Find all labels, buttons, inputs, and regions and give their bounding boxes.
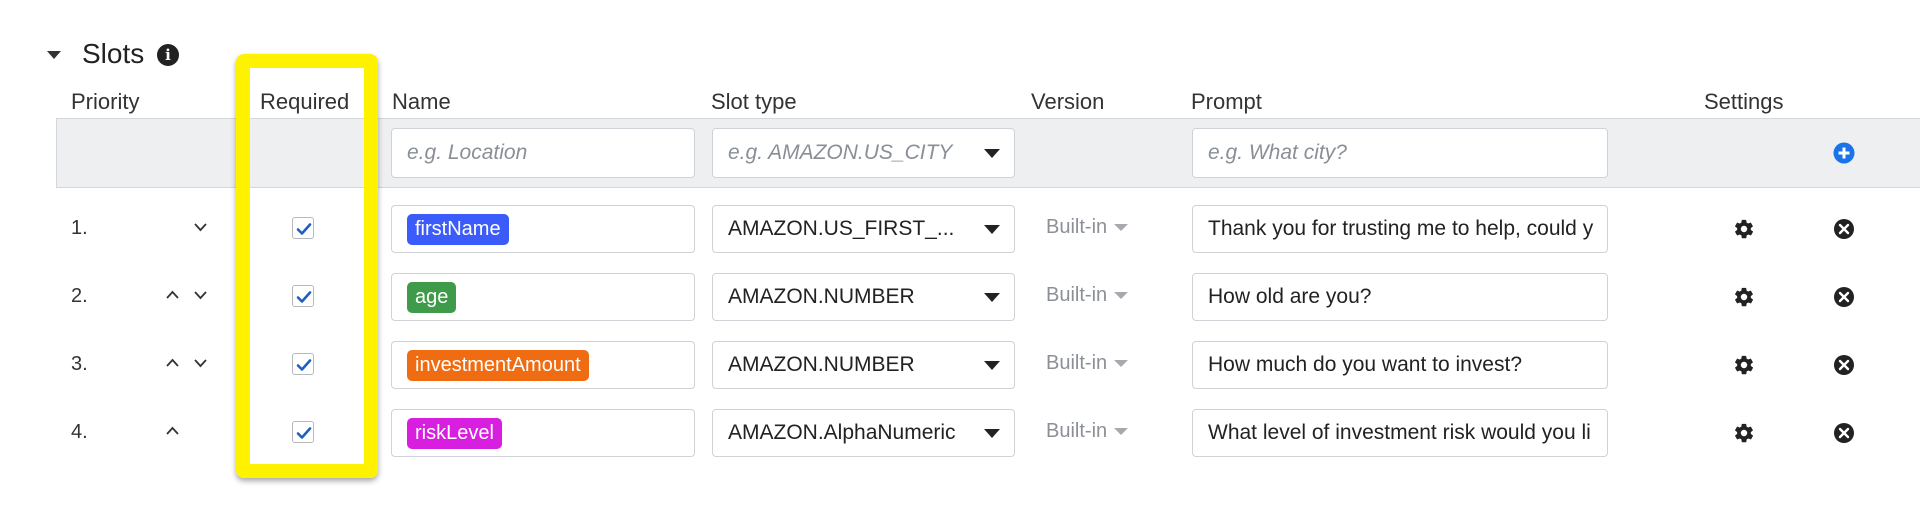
slot-name-tag: firstName	[407, 213, 509, 245]
version-value: Built-in	[1046, 216, 1108, 238]
required-checkbox[interactable]	[292, 217, 314, 239]
column-header-required: Required	[260, 89, 350, 114]
column-header-settings: Settings	[1704, 89, 1784, 114]
slot-priority: 4.	[71, 421, 88, 443]
version-dropdown-icon	[1114, 292, 1129, 299]
checkmark-icon	[293, 291, 315, 312]
move-up-icon[interactable]	[166, 358, 179, 369]
slot-name-field[interactable]: age	[391, 273, 695, 321]
slot-type-select[interactable]: AMAZON.AlphaNumeric	[712, 409, 1015, 457]
remove-slot-icon[interactable]	[1833, 286, 1855, 308]
slot-priority: 1.	[71, 217, 88, 239]
version-select[interactable]: Built-in	[1046, 352, 1129, 375]
gear-icon[interactable]	[1733, 218, 1755, 240]
slot-type-value: AMAZON.US_FIRST_...	[728, 217, 955, 240]
gear-icon[interactable]	[1733, 354, 1755, 376]
move-up-icon[interactable]	[166, 290, 179, 301]
slot-name-field[interactable]: firstName	[391, 205, 695, 253]
required-checkbox[interactable]	[292, 285, 314, 307]
version-select[interactable]: Built-in	[1046, 420, 1129, 443]
version-value: Built-in	[1046, 284, 1108, 306]
info-icon[interactable]: i	[157, 44, 179, 66]
version-value: Built-in	[1046, 420, 1108, 442]
new-slot-prompt-input[interactable]	[1192, 128, 1608, 178]
remove-slot-icon[interactable]	[1833, 218, 1855, 240]
column-header-prompt: Prompt	[1191, 89, 1262, 114]
new-slot-type-select[interactable]: e.g. AMAZON.US_CITY	[712, 128, 1015, 178]
slot-name-tag: riskLevel	[407, 417, 502, 449]
version-dropdown-icon	[1114, 360, 1129, 367]
slot-type-select[interactable]: AMAZON.US_FIRST_...	[712, 205, 1015, 253]
slot-type-value: AMAZON.NUMBER	[728, 353, 915, 376]
dropdown-arrow-icon	[984, 292, 1000, 302]
section-title: Slots	[82, 38, 145, 69]
slot-name-field[interactable]: investmentAmount	[391, 341, 695, 389]
slot-priority: 3.	[71, 353, 88, 375]
slots-panel: Slots i Priority Required Name Slot type…	[0, 0, 1920, 520]
dropdown-arrow-icon	[984, 148, 1000, 158]
column-header-version: Version	[1031, 89, 1105, 114]
version-dropdown-icon	[1114, 224, 1129, 231]
slot-prompt-text: What level of investment risk would you …	[1208, 421, 1591, 444]
caret-down-icon[interactable]	[47, 51, 61, 59]
move-down-icon[interactable]	[194, 359, 207, 370]
required-checkbox[interactable]	[292, 421, 314, 443]
slot-name-tag: investmentAmount	[407, 349, 589, 381]
required-checkbox[interactable]	[292, 353, 314, 375]
move-down-icon[interactable]	[194, 223, 207, 234]
checkmark-icon	[293, 359, 315, 380]
slot-name-tag: age	[407, 281, 457, 313]
slot-prompt-text: How much do you want to invest?	[1208, 353, 1522, 376]
remove-slot-icon[interactable]	[1833, 354, 1855, 376]
slot-priority: 2.	[71, 285, 88, 307]
slot-prompt-field[interactable]: How old are you?	[1192, 273, 1608, 321]
slot-prompt-field[interactable]: What level of investment risk would you …	[1192, 409, 1608, 457]
new-slot-name-input[interactable]	[391, 128, 695, 178]
move-up-icon[interactable]	[166, 426, 179, 437]
move-down-icon[interactable]	[194, 291, 207, 302]
slot-prompt-field[interactable]: Thank you for trusting me to help, could…	[1192, 205, 1608, 253]
new-slot-type-placeholder: e.g. AMAZON.US_CITY	[728, 141, 953, 164]
version-value: Built-in	[1046, 352, 1108, 374]
version-dropdown-icon	[1114, 428, 1129, 435]
slot-type-select[interactable]: AMAZON.NUMBER	[712, 273, 1015, 321]
new-slot-prompt-field[interactable]	[1193, 129, 1607, 177]
checkmark-icon	[293, 427, 315, 448]
slot-prompt-text: Thank you for trusting me to help, could…	[1208, 217, 1594, 240]
slot-type-value: AMAZON.NUMBER	[728, 285, 915, 308]
version-select[interactable]: Built-in	[1046, 284, 1129, 307]
checkmark-icon	[293, 223, 315, 244]
dropdown-arrow-icon	[984, 428, 1000, 438]
slot-type-select[interactable]: AMAZON.NUMBER	[712, 341, 1015, 389]
slot-name-field[interactable]: riskLevel	[391, 409, 695, 457]
remove-slot-icon[interactable]	[1833, 422, 1855, 444]
dropdown-arrow-icon	[984, 360, 1000, 370]
column-header-slot-type: Slot type	[711, 89, 797, 114]
slot-prompt-field[interactable]: How much do you want to invest?	[1192, 341, 1608, 389]
plus-circle-icon[interactable]	[1833, 142, 1855, 164]
new-slot-name-field[interactable]	[392, 129, 694, 177]
slot-prompt-text: How old are you?	[1208, 285, 1372, 308]
gear-icon[interactable]	[1733, 422, 1755, 444]
column-header-priority: Priority	[71, 89, 140, 114]
version-select[interactable]: Built-in	[1046, 216, 1129, 239]
slot-type-value: AMAZON.AlphaNumeric	[728, 421, 956, 444]
column-header-name: Name	[392, 89, 451, 114]
gear-icon[interactable]	[1733, 286, 1755, 308]
dropdown-arrow-icon	[984, 224, 1000, 234]
